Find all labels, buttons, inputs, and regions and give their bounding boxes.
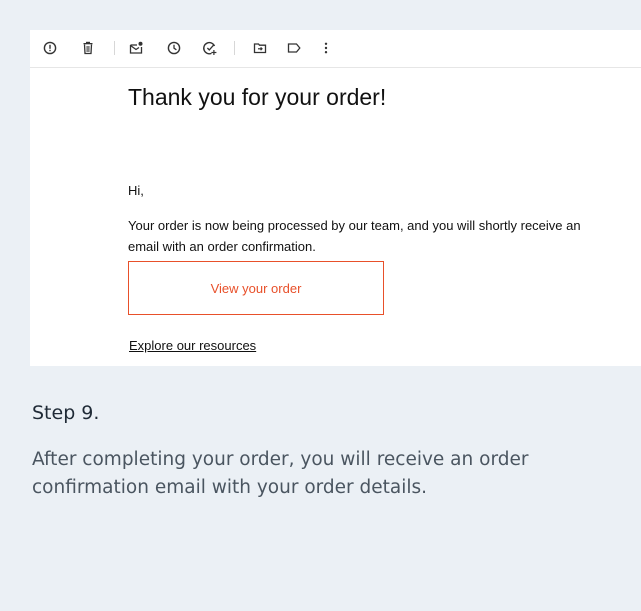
report-spam-icon[interactable] (42, 40, 58, 56)
email-body-text: Your order is now being processed by our… (128, 218, 581, 254)
add-to-tasks-icon[interactable] (202, 40, 218, 56)
step-heading: Step 9. (32, 402, 100, 424)
step-description: After completing your order, you will re… (32, 449, 529, 498)
move-to-icon[interactable] (252, 40, 268, 56)
toolbar-divider (114, 41, 115, 55)
email-title: Thank you for your order! (128, 84, 387, 110)
mark-unread-icon[interactable] (128, 40, 144, 56)
view-order-button[interactable]: View your order (128, 261, 384, 315)
email-toolbar (30, 30, 641, 68)
delete-icon[interactable] (80, 40, 96, 56)
explore-resources-link[interactable]: Explore our resources (129, 338, 256, 353)
email-screenshot: Thank you for your order! Hi, Your order… (30, 30, 641, 366)
snooze-icon[interactable] (166, 40, 182, 56)
more-options-icon[interactable] (318, 40, 334, 56)
toolbar-divider (234, 41, 235, 55)
email-greeting: Hi, (128, 183, 144, 198)
label-icon[interactable] (286, 40, 302, 56)
